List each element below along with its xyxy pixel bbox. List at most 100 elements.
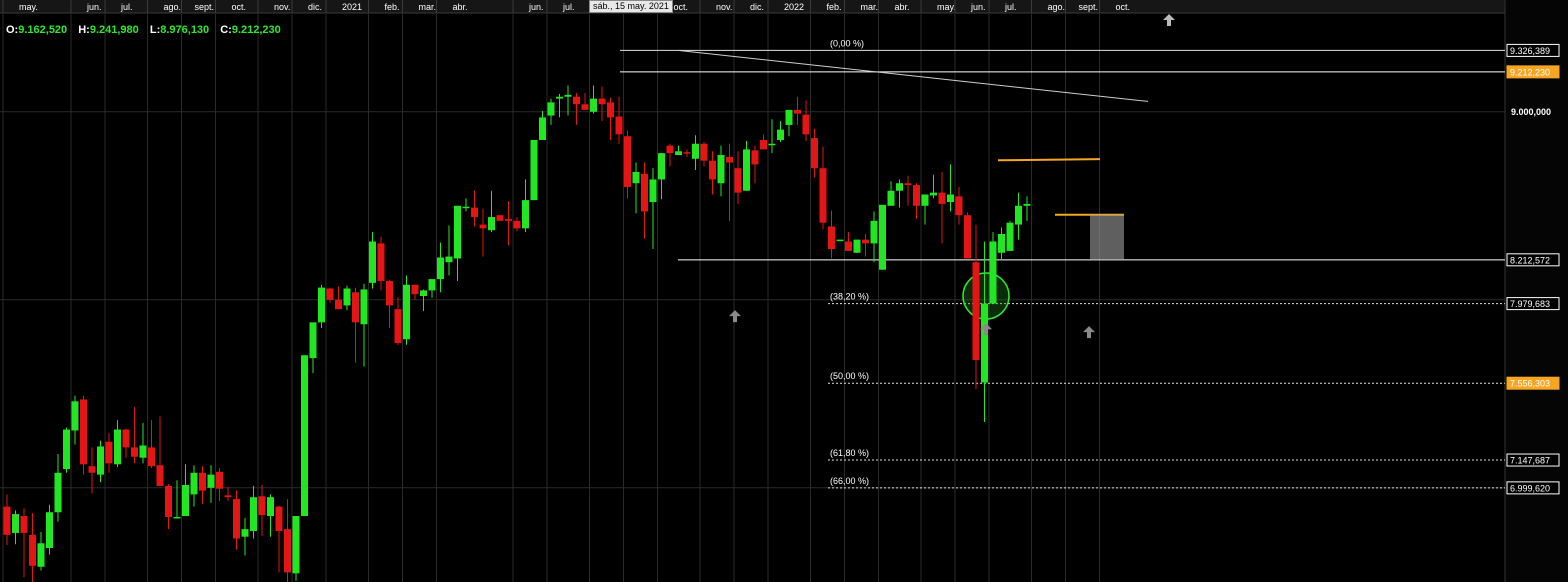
candle-body	[836, 239, 844, 242]
ohlc-readout: O:9.162,520 H:9.241,980 L:8.976,130 C:9.…	[6, 24, 289, 36]
candle-body	[335, 299, 342, 310]
gap-zone-rect	[1090, 214, 1124, 260]
candle-body	[777, 129, 784, 140]
time-axis-label: oct.	[674, 2, 689, 12]
close-value: 9.212,230	[231, 24, 281, 36]
candle-body	[845, 241, 852, 251]
time-axis-label: may.	[19, 2, 38, 12]
resistance-line-orange	[997, 158, 1101, 162]
candle-body	[454, 205, 461, 259]
candle-body	[590, 98, 597, 112]
candle-body	[139, 445, 147, 458]
low-value: 8.976,130	[160, 24, 210, 36]
candle-body	[199, 472, 206, 491]
low-label: L:	[149, 24, 161, 36]
price-label: 7.556,303	[1506, 376, 1560, 390]
candle-body	[819, 168, 827, 223]
candle-body	[233, 499, 240, 539]
candle-body	[1006, 222, 1014, 251]
candle	[836, 239, 844, 242]
candle-body	[709, 160, 716, 180]
candle-body	[760, 139, 767, 150]
candle-body	[445, 256, 453, 263]
price-label-text: 7.147,687	[1510, 456, 1550, 466]
candle-body	[743, 149, 750, 191]
time-axis-label: dic.	[750, 2, 764, 12]
open-value: 9.162,520	[18, 24, 68, 36]
candle-body	[556, 96, 563, 99]
candle-body	[182, 484, 189, 517]
candle	[1006, 220, 1014, 251]
candle-body	[581, 104, 589, 110]
price-label-text: 9.326,389	[1510, 46, 1550, 56]
candle-body	[386, 280, 393, 306]
time-axis-label: jul.	[1004, 2, 1017, 12]
candle-body	[700, 143, 708, 161]
candle-body	[411, 284, 419, 295]
candle-body	[513, 220, 521, 229]
candle-body	[216, 471, 223, 489]
candle-body	[428, 279, 436, 291]
time-axis-label: sept.	[195, 2, 215, 12]
price-label: 9.212,230	[1506, 65, 1560, 79]
candle	[318, 284, 325, 328]
candle-body	[522, 200, 529, 229]
time-axis-label: sept.	[1079, 2, 1099, 12]
candle-body	[37, 543, 45, 567]
candle-body	[488, 217, 495, 231]
time-axis-label: jul.	[120, 2, 133, 12]
candle-body	[598, 98, 606, 105]
price-label: 7.979,683	[1506, 297, 1560, 311]
candle-body	[301, 355, 308, 517]
candle-body	[505, 218, 512, 221]
time-axis-label: may.	[937, 2, 956, 12]
time-axis-label: dic.	[308, 2, 322, 12]
time-axis-label: 2022	[784, 2, 804, 12]
candle-body	[105, 441, 113, 464]
candle-body	[624, 136, 631, 187]
time-axis-label: abr.	[895, 2, 910, 12]
candle-body	[692, 143, 699, 159]
time-axis-label: mar.	[419, 2, 437, 12]
price-label-text: 9.212,230	[1510, 67, 1550, 77]
candle-body	[930, 192, 937, 196]
candle-body	[20, 516, 28, 533]
time-axis-label: jul.	[562, 2, 575, 12]
candle-body	[666, 145, 674, 154]
candle	[853, 239, 861, 253]
candle-body	[683, 152, 691, 154]
candle-body	[751, 150, 759, 165]
candle-body	[165, 485, 172, 517]
candle-body	[241, 529, 249, 537]
candle-body	[173, 516, 181, 519]
candle-body	[981, 303, 988, 383]
candle-body	[904, 183, 912, 186]
candle	[63, 427, 70, 473]
candle-body	[607, 102, 614, 118]
candle	[989, 232, 997, 304]
candle-body	[972, 262, 980, 360]
fib-level-label: (0,00 %)	[830, 38, 864, 48]
candle-body	[496, 215, 504, 221]
time-axis-label: nov.	[716, 2, 732, 12]
candle-body	[632, 171, 640, 184]
candle-body	[250, 497, 257, 532]
candlestick-chart[interactable]: may. jun. jul. ago. sept. oct. nov. dic. 2021 feb…	[0, 0, 1568, 582]
price-label: 6.999,620	[1506, 481, 1560, 495]
price-axis	[1505, 0, 1568, 582]
candle-body	[258, 496, 266, 516]
candle-body	[284, 529, 291, 573]
candle-body	[63, 429, 70, 470]
fib-level-label: (61,80 %)	[830, 448, 869, 458]
candle-body	[913, 185, 920, 206]
candle-body	[369, 241, 376, 283]
candle-body	[360, 289, 368, 325]
candle-body	[615, 116, 623, 135]
fib-level-label: (50,00 %)	[830, 371, 869, 381]
candle-body	[870, 220, 878, 244]
price-label: 9.326,389	[1506, 43, 1560, 57]
candle-body	[947, 194, 954, 203]
fib-level-label: (66,00 %)	[830, 476, 869, 486]
time-axis-label: jun.	[528, 2, 544, 12]
price-label: 7.147,687	[1506, 453, 1560, 467]
